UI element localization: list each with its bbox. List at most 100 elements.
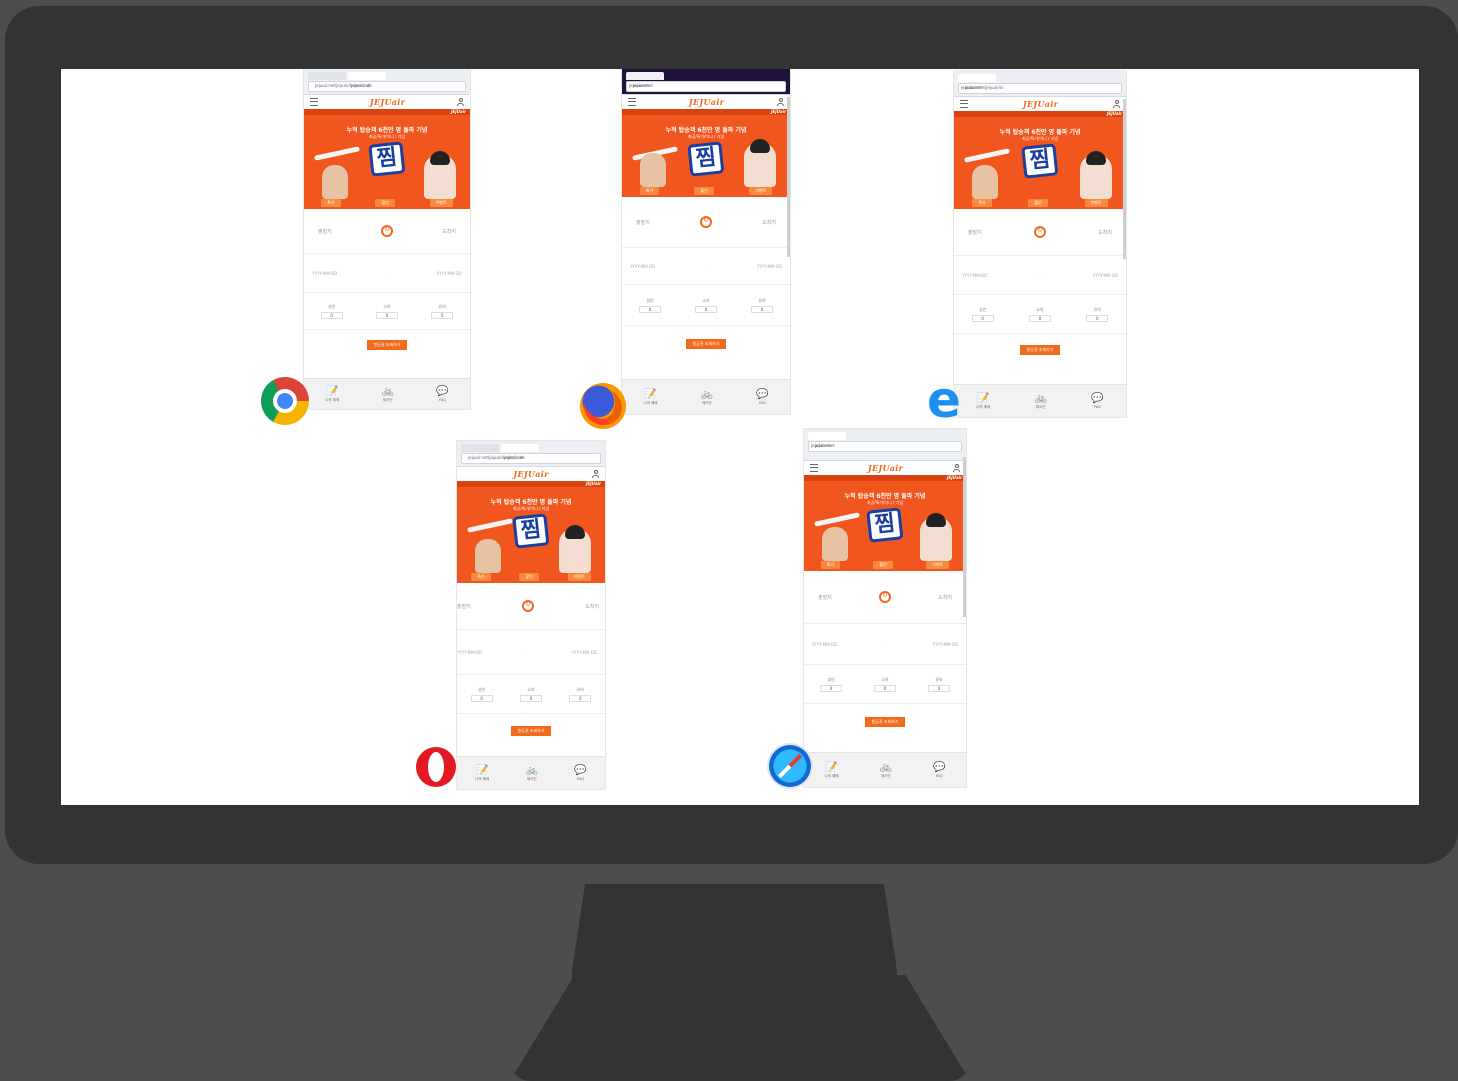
address-bar[interactable]: jejuair.net/jejuair/kr [958, 83, 1122, 94]
infant-stepper[interactable]: 0 [569, 694, 592, 702]
promo-pill[interactable]: 특가 [471, 573, 491, 581]
search-flights-button[interactable]: 항공권 조회하기 [367, 340, 407, 350]
promo-pill[interactable]: 이벤트 [1084, 199, 1108, 207]
destination-field[interactable]: 도착지 [762, 219, 776, 226]
search-flights-button[interactable]: 항공권 조회하기 [686, 339, 726, 349]
nav-checkin[interactable]: 🚲 체크인 [701, 389, 713, 406]
user-icon[interactable] [1113, 100, 1120, 108]
site-logo[interactable]: JEJUair [370, 97, 405, 107]
adult-stepper[interactable]: 0 [639, 305, 661, 313]
user-icon[interactable] [457, 98, 464, 106]
promo-banner[interactable]: JEJUair 누적 탑승객 6천만 명 돌파 기념 최공/특가/이니 / 기념… [804, 475, 966, 571]
child-stepper[interactable]: 0 [695, 305, 717, 313]
nav-my-booking[interactable]: 📝 나의 예매 [475, 765, 489, 782]
promo-banner[interactable]: JEJUair 누적 탑승객 6천만 명 돌파 기념 최공/특가/이니 / 기념… [622, 109, 790, 197]
promo-pill[interactable]: 할인 [1028, 199, 1048, 207]
menu-icon[interactable] [960, 100, 968, 108]
nav-my-booking[interactable]: 📝 나의 예매 [325, 386, 339, 403]
adult-stepper[interactable]: 0 [971, 314, 994, 322]
infant-stepper[interactable]: 0 [431, 311, 454, 319]
date-from-field[interactable]: YYYY-MM-DD [457, 650, 482, 655]
adult-stepper[interactable]: 0 [320, 311, 343, 319]
browser-tab[interactable]: jejuair.net [626, 72, 664, 88]
date-from-field[interactable]: YYYY-MM-DD [630, 264, 655, 269]
promo-pill[interactable]: 이벤트 [429, 199, 453, 207]
adult-stepper[interactable]: 0 [470, 694, 493, 702]
swap-icon[interactable] [1034, 226, 1046, 238]
promo-pill[interactable]: 할인 [519, 573, 539, 581]
site-logo[interactable]: JEJUair [513, 469, 548, 479]
nav-faq[interactable]: 💬 FAQ [574, 765, 586, 781]
adult-stepper[interactable]: 0 [820, 684, 842, 692]
nav-checkin[interactable]: 🚲 체크인 [526, 765, 538, 782]
destination-field[interactable]: 도착지 [1098, 229, 1112, 236]
promo-pill[interactable]: 특가 [639, 187, 660, 195]
scrollbar[interactable] [963, 457, 966, 617]
destination-field[interactable]: 도착지 [585, 603, 599, 610]
infant-stepper[interactable]: 0 [751, 305, 773, 313]
infant-stepper[interactable]: 0 [1086, 314, 1109, 322]
destination-field[interactable]: 도착지 [442, 228, 456, 235]
search-flights-button[interactable]: 항공권 조회하기 [1020, 345, 1060, 355]
date-from-field[interactable]: YYYY-MM-DD [962, 273, 987, 278]
address-bar[interactable]: jejuair.net [626, 81, 786, 92]
browser-tab[interactable]: jejuair.net [808, 432, 846, 448]
menu-icon[interactable] [810, 464, 818, 472]
address-bar[interactable]: jejuair.net/jejuair/kr/main.do [461, 453, 601, 464]
origin-field[interactable]: 출발지 [636, 219, 650, 226]
promo-pill[interactable]: 이벤트 [926, 561, 950, 569]
date-to-field[interactable]: YYYY-MM-DD [572, 650, 597, 655]
promo-pill[interactable]: 이벤트 [749, 187, 773, 195]
origin-field[interactable]: 출발지 [818, 594, 832, 601]
nav-checkin[interactable]: 🚲 체크인 [382, 386, 394, 403]
date-to-field[interactable]: YYYY-MM-DD [757, 264, 782, 269]
nav-checkin[interactable]: 🚲 체크인 [880, 762, 892, 779]
promo-pill[interactable]: 이벤트 [567, 573, 591, 581]
promo-banner[interactable]: JEJUair 누적 탑승객 6천만 명 돌파 기념 최공/특가/이니 / 기념… [304, 109, 470, 209]
menu-icon[interactable] [628, 98, 636, 106]
swap-icon[interactable] [700, 216, 712, 228]
swap-icon[interactable] [522, 600, 534, 612]
date-to-field[interactable]: YYYY-MM-DD [1093, 273, 1118, 278]
search-flights-button[interactable]: 항공권 조회하기 [865, 717, 905, 727]
date-from-field[interactable]: YYYY-MM-DD [812, 642, 837, 647]
site-logo[interactable]: JEJUair [689, 97, 724, 107]
promo-pill[interactable]: 특가 [820, 561, 841, 569]
scrollbar[interactable] [1123, 99, 1126, 259]
browser-tab[interactable]: jejuair.net [348, 72, 386, 88]
swap-icon[interactable] [381, 225, 393, 237]
nav-checkin[interactable]: 🚲 체크인 [1035, 393, 1047, 410]
destination-field[interactable]: 도착지 [938, 594, 952, 601]
promo-banner[interactable]: JEJUair 누적 탑승객 6천만 명 돌파 기념 최공/특가/이니 / 기념… [457, 481, 605, 583]
search-flights-button[interactable]: 항공권 조회하기 [511, 726, 551, 736]
promo-pill[interactable]: 할인 [375, 199, 395, 207]
infant-stepper[interactable]: 0 [928, 684, 950, 692]
site-logo[interactable]: JEJUair [868, 463, 903, 473]
date-to-field[interactable]: YYYY-MM-DD [437, 271, 462, 276]
nav-faq[interactable]: 💬 FAQ [756, 389, 768, 405]
child-stepper[interactable]: 0 [874, 684, 896, 692]
nav-my-booking[interactable]: 📝 나의 예매 [976, 393, 990, 410]
user-icon[interactable] [592, 470, 599, 478]
site-logo[interactable]: JEJUair [1023, 99, 1058, 109]
child-stepper[interactable]: 0 [1028, 314, 1051, 322]
swap-icon[interactable] [879, 591, 891, 603]
address-bar[interactable]: jejuair.net [808, 441, 962, 452]
nav-my-booking[interactable]: 📝 나의 예매 [825, 762, 839, 779]
date-from-field[interactable]: YYYY-MM-DD [312, 271, 337, 276]
menu-icon[interactable] [310, 98, 318, 106]
user-icon[interactable] [953, 464, 960, 472]
address-bar[interactable]: jejuair.net/jejuair/kr/main.do [308, 81, 466, 92]
promo-pill[interactable]: 특가 [972, 199, 992, 207]
nav-my-booking[interactable]: 📝 나의 예매 [644, 389, 658, 406]
scrollbar[interactable] [787, 97, 790, 257]
promo-pill[interactable]: 할인 [694, 187, 714, 195]
date-to-field[interactable]: YYYY-MM-DD [933, 642, 958, 647]
promo-banner[interactable]: JEJUair 누적 탑승객 6천만 명 돌파 기념 최공/특가/이니 / 기념… [954, 111, 1126, 209]
browser-tab[interactable]: jejuair.net [958, 74, 996, 90]
origin-field[interactable]: 출발지 [968, 229, 982, 236]
origin-field[interactable]: 출발지 [318, 228, 332, 235]
nav-faq[interactable]: 💬 FAQ [436, 386, 448, 402]
user-icon[interactable] [777, 98, 784, 106]
origin-field[interactable]: 출발지 [457, 603, 471, 610]
